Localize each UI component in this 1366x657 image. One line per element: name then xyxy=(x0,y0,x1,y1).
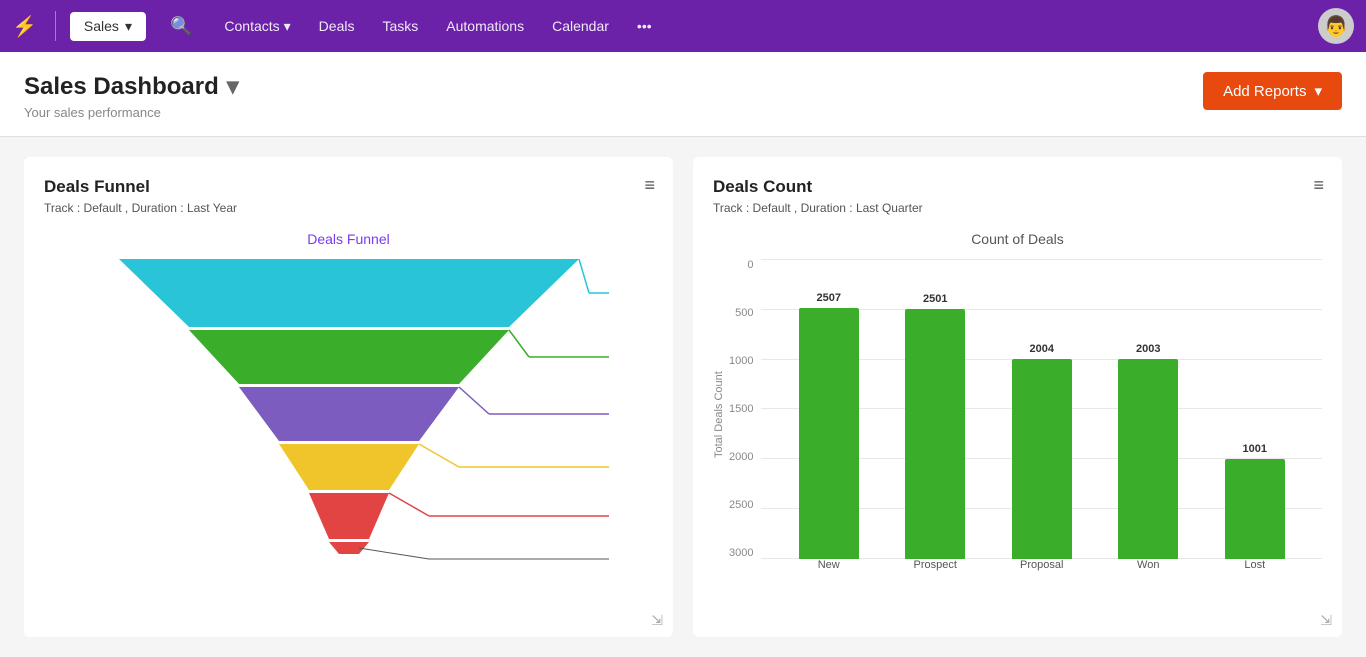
nav-automations-link[interactable]: Automations xyxy=(434,12,536,40)
nav-sales-label: Sales xyxy=(84,18,119,34)
bar-value-label: 2507 xyxy=(816,292,840,304)
bar-group: 2004 xyxy=(994,343,1089,559)
deals-count-card-subtitle: Track : Default , Duration : Last Quarte… xyxy=(713,201,1322,215)
resize-indicator: ⇲ xyxy=(651,612,663,629)
bar-value-label: 2004 xyxy=(1029,343,1053,355)
xaxis-label-item: Proposal xyxy=(994,559,1089,571)
bar-rect xyxy=(1012,359,1072,559)
funnel-card-title: Deals Funnel xyxy=(44,177,653,197)
bar-chart-title: Count of Deals xyxy=(713,231,1322,247)
bar-value-label: 2003 xyxy=(1136,343,1160,355)
bar-chart-layout: Total Deals Count 3000 2500 2000 1500 10… xyxy=(713,259,1322,571)
nav-sales-dropdown[interactable]: Sales ▾ xyxy=(70,12,146,41)
xaxis-labels: New Prospect Proposal Won Lost xyxy=(761,559,1322,571)
topnav: ⚡ Sales ▾ 🔍 Contacts ▾ Deals Tasks Autom… xyxy=(0,0,1366,52)
nav-more-button[interactable]: ••• xyxy=(625,12,664,40)
yaxis-label: Total Deals Count xyxy=(713,259,725,571)
bar-group: 1001 xyxy=(1207,443,1302,559)
nav-sales-chevron: ▾ xyxy=(125,18,132,35)
resize-indicator-2: ⇲ xyxy=(1320,612,1332,629)
user-avatar[interactable]: 👨 xyxy=(1318,8,1354,44)
bar-value-label: 2501 xyxy=(923,293,947,305)
main-content: Deals Funnel Track : Default , Duration … xyxy=(0,137,1366,657)
bar-chart-inner: 2507 2501 2004 2003 1001 New Prospect Proposal… xyxy=(761,259,1322,571)
deals-count-menu-icon[interactable]: ≡ xyxy=(1313,175,1324,196)
bar-rect xyxy=(1118,359,1178,559)
bar-value-label: 1001 xyxy=(1242,443,1266,455)
nav-links: Contacts ▾ Deals Tasks Automations Calen… xyxy=(212,12,663,41)
xaxis-label-item: Prospect xyxy=(888,559,983,571)
page-title: Sales Dashboard ▾ xyxy=(24,72,239,101)
deals-count-card-title: Deals Count xyxy=(713,177,1322,197)
funnel-card: Deals Funnel Track : Default , Duration … xyxy=(24,157,673,637)
xaxis-label-item: New xyxy=(781,559,876,571)
add-reports-button[interactable]: Add Reports ▾ xyxy=(1203,72,1342,110)
nav-logo-icon: ⚡ xyxy=(12,14,37,39)
bar-rect xyxy=(1225,459,1285,559)
nav-deals-link[interactable]: Deals xyxy=(307,12,367,40)
bar-group: 2003 xyxy=(1101,343,1196,559)
bar-group: 2501 xyxy=(888,293,983,559)
funnel-menu-icon[interactable]: ≡ xyxy=(644,175,655,196)
funnel-chart-title: Deals Funnel xyxy=(44,231,653,247)
bars-row: 2507 2501 2004 2003 1001 xyxy=(761,259,1322,559)
nav-search-button[interactable]: 🔍 xyxy=(162,12,200,41)
nav-calendar-link[interactable]: Calendar xyxy=(540,12,621,40)
funnel-wrapper: New (24) Prospect (10) Proposal (14) Won… xyxy=(44,259,653,579)
funnel-card-subtitle: Track : Default , Duration : Last Year xyxy=(44,201,653,215)
xaxis-label-item: Lost xyxy=(1207,559,1302,571)
deals-count-card: Deals Count Track : Default , Duration :… xyxy=(693,157,1342,637)
bar-rect xyxy=(905,309,965,559)
nav-contacts-link[interactable]: Contacts ▾ xyxy=(212,12,302,41)
bar-group: 2507 xyxy=(781,292,876,559)
page-header: Sales Dashboard ▾ Your sales performance… xyxy=(0,52,1366,137)
nav-tasks-link[interactable]: Tasks xyxy=(370,12,430,40)
yaxis-ticks: 3000 2500 2000 1500 1000 500 0 xyxy=(729,259,761,559)
page-title-area: Sales Dashboard ▾ Your sales performance xyxy=(24,72,239,120)
page-title-chevron[interactable]: ▾ xyxy=(227,72,239,101)
nav-divider xyxy=(55,11,56,41)
bar-rect xyxy=(799,308,859,559)
funnel-svg: New (24) Prospect (10) Proposal (14) Won… xyxy=(89,259,609,579)
page-subtitle: Your sales performance xyxy=(24,105,239,120)
xaxis-label-item: Won xyxy=(1101,559,1196,571)
